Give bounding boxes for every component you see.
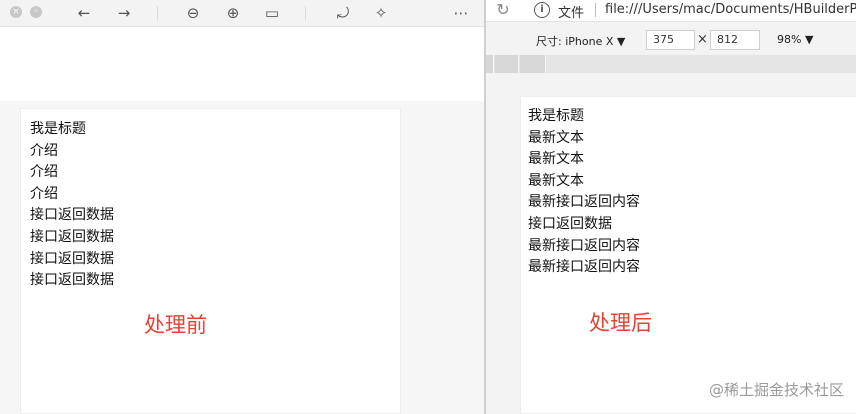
rotate-icon[interactable]: ⤾ [332,3,354,23]
content-line: 接口返回数据 [528,216,612,232]
ruler-segment[interactable] [495,55,519,73]
media-query-ruler[interactable] [486,55,856,73]
ruler-segment[interactable] [520,55,546,73]
content-line: 介绍 [30,164,58,181]
device-select[interactable]: 尺寸: iPhone X ▼ [536,33,625,49]
title-line: 我是标题 [528,108,584,124]
magic-wand-icon[interactable]: ✧ [370,3,392,23]
fit-width-icon[interactable]: ▭ [261,3,283,23]
minimize-window-icon[interactable]: ◦ [30,6,42,18]
ruler-segment[interactable] [486,55,494,73]
content-line: 接口返回数据 [30,250,114,267]
right-page-card: 我是标题 最新文本 最新文本 最新文本 最新接口返回内容 接口返回数据 最新接口… [520,96,856,414]
device-toolbar: 尺寸: iPhone X ▼ 375 × 812 98% ▼ [486,22,856,54]
before-stamp: 处理前 [144,313,207,337]
content-line: 最新接口返回内容 [528,237,640,254]
height-input[interactable]: 812 [710,30,760,50]
right-window: ↻ i 文件 file:///Users/mac/Documents/HBuil… [486,0,856,414]
left-blank-bar [0,27,484,101]
address-divider [595,3,596,17]
zoom-in-icon[interactable]: ⊕ [222,3,244,23]
content-line: 接口返回数据 [30,207,114,224]
dimension-times: × [697,32,708,47]
screenshot-root: × ◦ ← → ⊖ ⊕ ▭ ⤾ ✧ ⋯ 我是标题 介绍 介绍 介绍 接口返回数据… [0,0,856,414]
watermark: @稀土掘金技术社区 [708,381,844,399]
width-input[interactable]: 375 [646,30,695,50]
reload-icon[interactable]: ↻ [494,1,512,19]
back-icon[interactable]: ← [73,3,95,23]
file-label: 文件 [558,6,585,21]
toolbar-divider [157,6,158,20]
after-stamp: 处理后 [589,311,652,335]
zoom-select[interactable]: 98% ▼ [777,33,813,46]
title-line: 我是标题 [30,121,86,137]
content-line: 最新文本 [528,172,584,189]
more-icon[interactable]: ⋯ [450,3,472,23]
content-line: 介绍 [30,185,58,202]
content-line: 最新文本 [528,129,584,146]
content-line: 接口返回数据 [30,272,114,289]
left-window: × ◦ ← → ⊖ ⊕ ▭ ⤾ ✧ ⋯ 我是标题 介绍 介绍 介绍 接口返回数据… [0,0,484,414]
content-line: 接口返回数据 [30,229,114,245]
left-toolbar: × ◦ ← → ⊖ ⊕ ▭ ⤾ ✧ ⋯ [0,0,484,27]
content-line: 最新接口返回内容 [528,259,640,276]
info-icon[interactable]: i [534,2,550,18]
content-line: 介绍 [30,142,58,159]
content-line: 最新文本 [528,151,584,168]
address-bar: ↻ i 文件 file:///Users/mac/Documents/HBuil… [486,0,856,22]
toolbar-divider [305,6,306,20]
forward-icon[interactable]: → [113,3,135,23]
close-window-icon[interactable]: × [10,6,22,18]
content-line: 最新接口返回内容 [528,194,640,211]
url-input[interactable]: file:///Users/mac/Documents/HBuilderP [605,2,856,17]
zoom-out-icon[interactable]: ⊖ [182,3,204,23]
left-page-card: 我是标题 介绍 介绍 介绍 接口返回数据 接口返回数据 接口返回数据 接口返回数… [20,108,401,414]
